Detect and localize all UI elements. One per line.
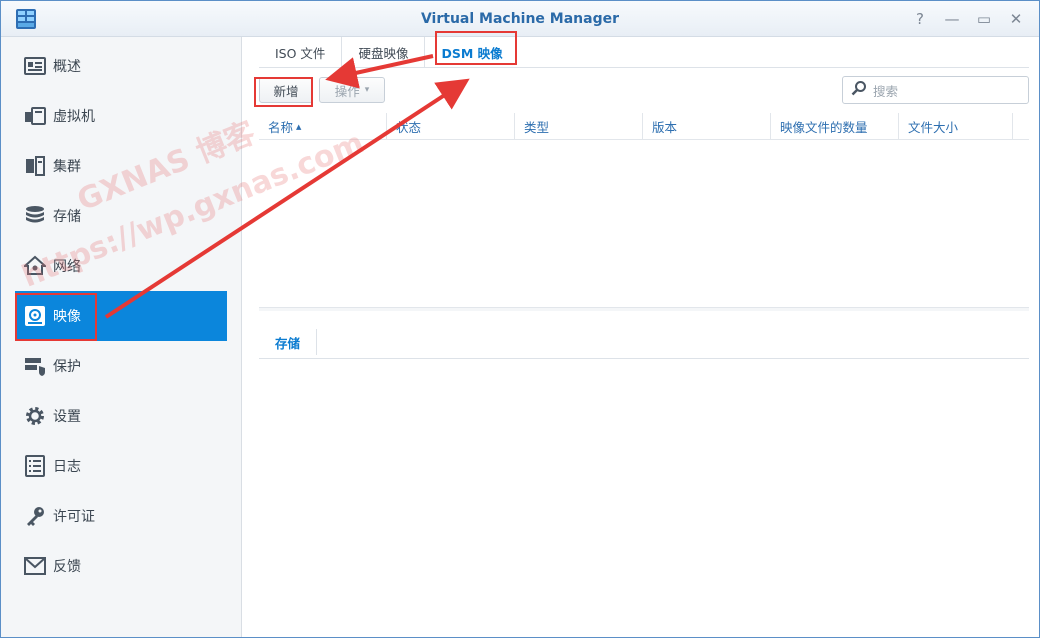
highlight-box-image-nav bbox=[15, 293, 97, 341]
license-key-icon bbox=[23, 504, 47, 528]
storage-icon bbox=[23, 204, 47, 228]
main-panel: ISO 文件 硬盘映像 DSM 映像 新增 操作 ▾ 搜索 名称 ▲ 状态 类型… bbox=[243, 31, 1039, 637]
search-placeholder: 搜索 bbox=[873, 83, 899, 99]
sidebar-item-label: 虚拟机 bbox=[53, 109, 95, 125]
panel-splitter[interactable] bbox=[259, 307, 1029, 311]
app-window: Virtual Machine Manager ? — ▭ ✕ 概述 虚拟机 集… bbox=[0, 0, 1040, 638]
highlight-box-dsm-tab bbox=[435, 31, 517, 65]
sidebar-item-settings[interactable]: 设置 bbox=[15, 391, 227, 441]
sidebar-item-label: 集群 bbox=[53, 159, 81, 175]
sidebar-item-label: 设置 bbox=[53, 409, 81, 425]
search-field[interactable]: 搜索 bbox=[842, 76, 1029, 104]
detail-tab-divider bbox=[259, 358, 1029, 359]
sidebar-item-overview[interactable]: 概述 bbox=[15, 41, 227, 91]
window-title: Virtual Machine Manager bbox=[420, 11, 620, 27]
column-image-file-count[interactable]: 映像文件的数量 bbox=[771, 113, 899, 140]
minimize-button[interactable]: — bbox=[943, 10, 961, 28]
close-button[interactable]: ✕ bbox=[1007, 10, 1025, 28]
chevron-down-icon: ▾ bbox=[364, 85, 370, 95]
feedback-mail-icon bbox=[23, 554, 47, 578]
search-icon bbox=[851, 80, 867, 100]
highlight-box-add-button bbox=[254, 77, 313, 107]
sidebar-item-virtual-machine[interactable]: 虚拟机 bbox=[15, 91, 227, 141]
tab-disk-images[interactable]: 硬盘映像 bbox=[342, 37, 426, 67]
action-dropdown[interactable]: 操作 ▾ bbox=[319, 77, 385, 103]
column-name[interactable]: 名称 ▲ bbox=[259, 113, 387, 140]
tab-divider bbox=[259, 67, 1029, 68]
sort-asc-icon: ▲ bbox=[296, 122, 302, 131]
sidebar-item-storage[interactable]: 存储 bbox=[15, 191, 227, 241]
sidebar-item-label: 存储 bbox=[53, 209, 81, 225]
gear-icon bbox=[23, 404, 47, 428]
overview-icon bbox=[23, 54, 47, 78]
sidebar-item-feedback[interactable]: 反馈 bbox=[15, 541, 227, 591]
network-icon bbox=[23, 254, 47, 278]
protection-icon bbox=[23, 354, 47, 378]
sidebar-item-log[interactable]: 日志 bbox=[15, 441, 227, 491]
tab-iso-files[interactable]: ISO 文件 bbox=[259, 37, 343, 67]
column-header-label: 名称 bbox=[268, 120, 294, 135]
column-type[interactable]: 类型 bbox=[515, 113, 643, 140]
action-label: 操作 bbox=[334, 83, 360, 99]
sidebar-item-label: 概述 bbox=[53, 59, 81, 75]
virtual-machine-icon bbox=[23, 104, 47, 128]
log-icon bbox=[23, 454, 47, 478]
sidebar-item-network[interactable]: 网络 bbox=[15, 241, 227, 291]
sidebar: 概述 虚拟机 集群 存储 网络 映像 保护 设置 日志 许可证 反馈 bbox=[1, 37, 242, 637]
sidebar-item-label: 网络 bbox=[53, 259, 81, 275]
table-header: 名称 ▲ 状态 类型 版本 映像文件的数量 文件大小 bbox=[259, 113, 1029, 140]
title-bar: Virtual Machine Manager ? — ▭ ✕ bbox=[1, 1, 1039, 37]
column-status[interactable]: 状态 bbox=[387, 113, 515, 140]
sidebar-item-protection[interactable]: 保护 bbox=[15, 341, 227, 391]
maximize-button[interactable]: ▭ bbox=[975, 10, 993, 28]
tab-storage-detail[interactable]: 存储 bbox=[259, 329, 318, 355]
column-file-size[interactable]: 文件大小 bbox=[899, 113, 1013, 140]
column-version[interactable]: 版本 bbox=[643, 113, 771, 140]
sidebar-item-label: 保护 bbox=[53, 359, 81, 375]
sidebar-item-label: 日志 bbox=[53, 459, 81, 475]
sidebar-item-label: 许可证 bbox=[53, 509, 95, 525]
help-button[interactable]: ? bbox=[911, 10, 929, 28]
sidebar-item-cluster[interactable]: 集群 bbox=[15, 141, 227, 191]
cluster-icon bbox=[23, 154, 47, 178]
sidebar-item-license[interactable]: 许可证 bbox=[15, 491, 227, 541]
sidebar-item-label: 反馈 bbox=[53, 559, 81, 575]
